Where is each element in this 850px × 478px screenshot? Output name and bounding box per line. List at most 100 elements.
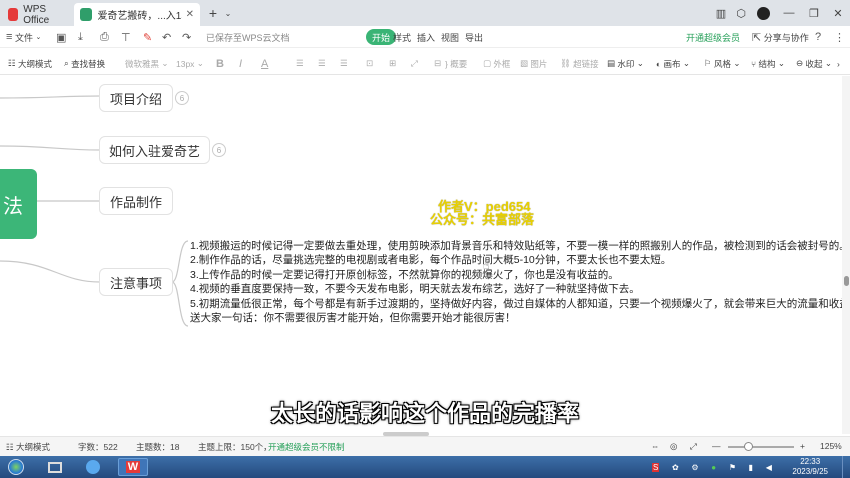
node-join-iqiyi[interactable]: 如何入驻爱奇艺	[99, 136, 210, 164]
summary-label: 概要	[450, 58, 468, 69]
tab-bar: WPS Office 爱奇艺搬砖，...入1500， ✕ + ⌄ ▥ ⬡ — ❐…	[0, 0, 850, 26]
align-left-icon[interactable]: ☰	[296, 56, 304, 71]
pen-icon[interactable]: ✎	[143, 29, 152, 45]
watermark-label: 水印	[617, 58, 635, 69]
file-menu[interactable]: ≡ 文件 ⌄	[6, 29, 41, 45]
wps-taskbar-icon: W	[125, 461, 141, 473]
layout-icon[interactable]: ▥	[712, 4, 730, 22]
delete-icon[interactable]: ⊟	[434, 56, 441, 71]
system-tray[interactable]: S ✿ ⚙ ● ⚑ ▮ ◀	[652, 458, 772, 476]
tab-document[interactable]: 爱奇艺搬砖，...入1500， ✕	[74, 3, 200, 26]
zoom-slider-thumb[interactable]	[744, 442, 753, 451]
fit-screen-icon[interactable]: ⇔	[651, 441, 660, 451]
relation-icon[interactable]: ⤢	[411, 56, 418, 71]
chevron-down-icon[interactable]: ⌄	[219, 4, 237, 22]
mouse-cursor-icon: ☝	[483, 260, 490, 272]
node-count-badge[interactable]: 6	[212, 143, 226, 157]
undo-icon[interactable]: ↶	[162, 29, 171, 45]
structure-button[interactable]: ⑂ 结构 ⌄	[751, 56, 785, 71]
font-select[interactable]: 微软雅黑 ⌄	[125, 56, 169, 71]
locate-icon[interactable]: ◎	[670, 441, 677, 452]
close-window-icon[interactable]: ✕	[829, 4, 847, 22]
zoom-in-icon[interactable]: +	[800, 441, 805, 451]
save-icon[interactable]: ▣	[56, 29, 66, 45]
word-count: 字数：522	[78, 442, 118, 452]
align-right-icon[interactable]: ☰	[340, 56, 348, 71]
taskbar-app-browser[interactable]	[82, 458, 104, 476]
taskbar-clock[interactable]: 22:33 2023/9/25	[792, 457, 828, 477]
tab-insert[interactable]: 插入	[417, 29, 435, 45]
outline-status-icon: ☷	[6, 442, 14, 452]
tab-view[interactable]: 视图	[441, 29, 459, 45]
find-replace-button[interactable]: ⌕ 查找替换	[64, 56, 105, 71]
insert-topic-icon[interactable]: ⊡	[366, 56, 373, 71]
zoom-out-icon[interactable]: —	[712, 441, 721, 451]
redo-icon[interactable]: ↷	[182, 29, 191, 45]
node-production[interactable]: 作品制作	[99, 187, 173, 215]
taskbar-app-wps[interactable]: W	[118, 458, 148, 476]
download-icon[interactable]: ⤓	[78, 29, 83, 45]
restore-icon[interactable]: ❐	[805, 4, 823, 22]
format-painter-icon[interactable]: ⊤	[121, 29, 131, 45]
video-subtitle: 太长的话影响这个作品的完播率	[270, 401, 579, 426]
close-tab-icon[interactable]: ✕	[186, 9, 194, 20]
clock-date: 2023/9/25	[792, 467, 828, 476]
link-button[interactable]: ⛓ 超链接	[560, 56, 599, 71]
tab-wps-office-label: WPS Office	[23, 3, 50, 26]
align-center-icon[interactable]: ☰	[318, 56, 326, 71]
italic-button[interactable]: I	[239, 56, 242, 71]
image-button[interactable]: ▧ 图片	[520, 56, 547, 71]
windows-taskbar: W S ✿ ⚙ ● ⚑ ▮ ◀ 22:33 2023/9/25	[0, 456, 850, 478]
tray-s-icon: S	[652, 462, 660, 472]
watermark-button[interactable]: ▤ 水印 ⌄	[607, 56, 644, 71]
show-desktop-button[interactable]	[842, 456, 850, 478]
outline-mode-status[interactable]: ☷ 大纲模式	[6, 441, 50, 453]
summary-button[interactable]: } 概要	[445, 56, 467, 71]
minimize-icon[interactable]: —	[780, 4, 798, 22]
canvas-label: 画布	[663, 58, 681, 69]
vertical-scrollbar[interactable]	[842, 76, 850, 434]
more-icon[interactable]: ⋮	[834, 29, 845, 45]
collapse-icon: ⊖	[796, 58, 804, 68]
fullscreen-icon[interactable]: ⤢	[690, 441, 697, 452]
outline-mode-button[interactable]: ☷ 大纲模式	[8, 56, 52, 71]
tab-wps-office[interactable]: WPS Office	[2, 3, 70, 26]
share-icon: ⇱	[752, 31, 762, 44]
style-label: 风格	[714, 58, 732, 69]
root-node[interactable]: 法	[0, 169, 37, 239]
canvas-button[interactable]: ◐ 画布 ⌄	[656, 56, 690, 71]
avatar[interactable]	[754, 4, 772, 22]
share-button[interactable]: ⇱ 分享与协作	[752, 29, 809, 45]
tab-start[interactable]: 开始	[366, 29, 397, 45]
more-tools-icon[interactable]: ›	[837, 56, 840, 71]
outline-mode-label: 大纲模式	[18, 58, 53, 69]
font-color-button[interactable]: A	[261, 56, 268, 71]
node-count-badge[interactable]: 6	[175, 91, 189, 105]
cube-icon[interactable]: ⬡	[732, 4, 750, 22]
vertical-scroll-thumb[interactable]	[844, 276, 849, 286]
taskbar-app-display[interactable]	[44, 458, 66, 476]
zoom-level[interactable]: 125%	[820, 441, 842, 451]
start-button[interactable]	[4, 458, 28, 476]
node-precautions[interactable]: 注意事项	[99, 268, 173, 296]
precautions-note[interactable]: 1.视频搬运的时候记得一定要做去重处理，使用剪映添加背景音乐和特效贴纸等，不要一…	[190, 239, 850, 325]
font-size-select[interactable]: 13px ⌄	[176, 56, 204, 71]
zoom-slider[interactable]	[728, 442, 794, 451]
node-project-intro[interactable]: 项目介绍	[99, 84, 173, 112]
tab-style[interactable]: 样式	[393, 29, 411, 45]
style-button[interactable]: ⚐ 风格 ⌄	[704, 56, 741, 71]
collapse-button[interactable]: ⊖ 收起 ⌄	[796, 56, 832, 71]
frame-button[interactable]: ▢ 外框	[483, 56, 510, 71]
structure-label: 结构	[758, 58, 776, 69]
insert-subtopic-icon[interactable]: ⊞	[389, 56, 396, 71]
help-icon[interactable]: ?	[815, 29, 821, 45]
vip-unlimited-link[interactable]: 开通超级会员不限制	[268, 441, 345, 453]
image-icon: ▧	[520, 58, 529, 68]
bold-button[interactable]: B	[216, 56, 224, 71]
print-icon[interactable]: ⎙	[100, 29, 109, 45]
mindmap-canvas[interactable]: 法 项目介绍 6 如何入驻爱奇艺 6 作品制作 注意事项 1.视频搬运的时候记得…	[0, 76, 850, 434]
vip-link[interactable]: 开通超级会员	[686, 29, 740, 45]
tray-wechat-icon: ●	[711, 462, 717, 472]
watermark-icon: ▤	[607, 58, 616, 68]
tab-export[interactable]: 导出	[465, 29, 483, 45]
